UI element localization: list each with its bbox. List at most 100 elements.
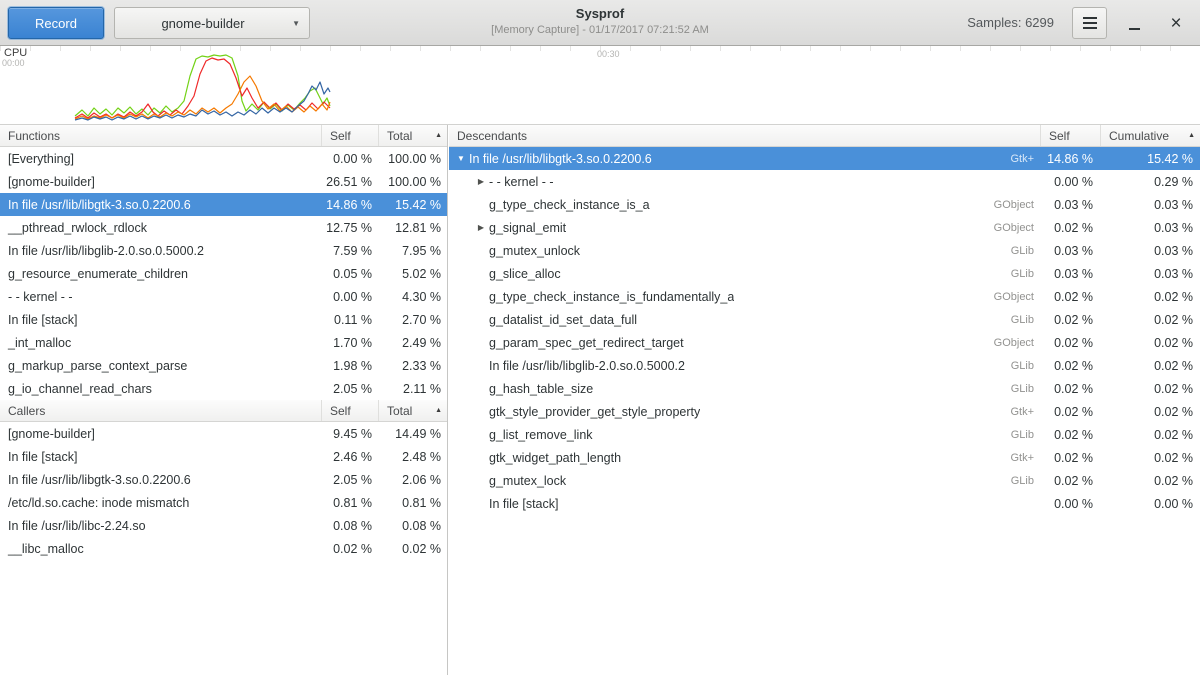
table-row[interactable]: g_type_check_instance_is_a GObject 0.03 …	[449, 193, 1200, 216]
cumulative-percent: 0.03 %	[1100, 244, 1200, 258]
total-percent: 7.95 %	[378, 244, 447, 258]
cumulative-percent: 0.02 %	[1100, 382, 1200, 396]
table-row[interactable]: In file [stack] 0.00 % 0.00 %	[449, 492, 1200, 515]
table-row[interactable]: ▶ - - kernel - - 0.00 % 0.29 %	[449, 170, 1200, 193]
function-name: __libc_malloc	[0, 542, 321, 556]
library-category-label: GLib	[685, 360, 1040, 372]
self-percent: 0.00 %	[1040, 497, 1100, 511]
column-header-self[interactable]: Self	[321, 125, 378, 146]
column-header-self[interactable]: Self	[1040, 125, 1100, 146]
functions-pane: Functions Self Total ▲ [Everything] 0.00…	[0, 125, 448, 675]
table-row[interactable]: In file [stack] 2.46 % 2.48 %	[0, 445, 447, 468]
menu-button[interactable]	[1072, 7, 1107, 39]
table-row[interactable]: In file [stack] 0.11 % 2.70 %	[0, 308, 447, 331]
table-row[interactable]: __pthread_rwlock_rdlock 12.75 % 12.81 %	[0, 216, 447, 239]
self-percent: 0.02 %	[1040, 359, 1100, 373]
functions-table-body: [Everything] 0.00 % 100.00 % [gnome-buil…	[0, 147, 447, 400]
function-name: In file [stack]	[0, 313, 321, 327]
table-row[interactable]: In file /usr/lib/libgtk-3.so.0.2200.6 2.…	[0, 468, 447, 491]
table-row[interactable]: g_slice_alloc GLib 0.03 % 0.03 %	[449, 262, 1200, 285]
close-button[interactable]: ×	[1160, 7, 1192, 39]
self-percent: 0.02 %	[1040, 290, 1100, 304]
table-row[interactable]: g_mutex_lock GLib 0.02 % 0.02 %	[449, 469, 1200, 492]
cpu-graph-area[interactable]: CPU 00:00 00:30	[0, 46, 1200, 125]
column-header-self[interactable]: Self	[321, 400, 378, 421]
table-row[interactable]: ▶ g_signal_emit GObject 0.02 % 0.03 %	[449, 216, 1200, 239]
library-category-label: GObject	[650, 199, 1040, 211]
self-percent: 1.98 %	[321, 359, 378, 373]
self-percent: 0.02 %	[1040, 336, 1100, 350]
sort-arrow-icon: ▲	[435, 132, 442, 139]
expander-icon[interactable]: ▶	[473, 177, 489, 186]
table-row[interactable]: - - kernel - - 0.00 % 4.30 %	[0, 285, 447, 308]
callers-table-body: [gnome-builder] 9.45 % 14.49 % In file […	[0, 422, 447, 560]
close-icon: ×	[1170, 14, 1181, 33]
table-row[interactable]: In file /usr/lib/libglib-2.0.so.0.5000.2…	[449, 354, 1200, 377]
table-row[interactable]: gtk_widget_path_length Gtk+ 0.02 % 0.02 …	[449, 446, 1200, 469]
function-name: g_markup_parse_context_parse	[0, 359, 321, 373]
total-percent: 15.42 %	[378, 198, 447, 212]
column-header-total[interactable]: Total ▲	[378, 400, 447, 421]
table-row[interactable]: [gnome-builder] 26.51 % 100.00 %	[0, 170, 447, 193]
function-name: g_list_remove_link	[489, 428, 593, 442]
total-percent: 100.00 %	[378, 175, 447, 189]
table-row[interactable]: g_list_remove_link GLib 0.02 % 0.02 %	[449, 423, 1200, 446]
table-row[interactable]: g_param_spec_get_redirect_target GObject…	[449, 331, 1200, 354]
column-header-total-label: Total	[387, 129, 412, 143]
table-row[interactable]: gtk_style_provider_get_style_property Gt…	[449, 400, 1200, 423]
table-row[interactable]: g_type_check_instance_is_fundamentally_a…	[449, 285, 1200, 308]
descendants-table-body: ▼ In file /usr/lib/libgtk-3.so.0.2200.6 …	[449, 147, 1200, 515]
total-percent: 0.81 %	[378, 496, 447, 510]
capture-subtitle: [Memory Capture] - 01/17/2017 07:21:52 A…	[350, 24, 850, 36]
library-category-label: GLib	[637, 314, 1040, 326]
function-name: In file /usr/lib/libglib-2.0.so.0.5000.2	[489, 359, 685, 373]
column-header-descendants[interactable]: Descendants	[449, 125, 1040, 146]
self-percent: 0.03 %	[1040, 267, 1100, 281]
self-percent: 0.02 %	[1040, 221, 1100, 235]
table-row[interactable]: In file /usr/lib/libc-2.24.so 0.08 % 0.0…	[0, 514, 447, 537]
self-percent: 0.03 %	[1040, 198, 1100, 212]
library-category-label: GObject	[734, 291, 1040, 303]
minimize-button[interactable]	[1118, 7, 1150, 39]
table-row[interactable]: g_datalist_id_set_data_full GLib 0.02 % …	[449, 308, 1200, 331]
column-header-cumulative-label: Cumulative	[1109, 129, 1169, 143]
column-header-callers[interactable]: Callers	[0, 400, 321, 421]
total-percent: 5.02 %	[378, 267, 447, 281]
table-row[interactable]: g_markup_parse_context_parse 1.98 % 2.33…	[0, 354, 447, 377]
column-header-cumulative[interactable]: Cumulative ▲	[1100, 125, 1200, 146]
table-row[interactable]: g_resource_enumerate_children 0.05 % 5.0…	[0, 262, 447, 285]
expander-icon[interactable]: ▶	[473, 223, 489, 232]
table-row[interactable]: g_mutex_unlock GLib 0.03 % 0.03 %	[449, 239, 1200, 262]
table-row[interactable]: __libc_malloc 0.02 % 0.02 %	[0, 537, 447, 560]
table-row[interactable]: g_hash_table_size GLib 0.02 % 0.02 %	[449, 377, 1200, 400]
total-percent: 2.11 %	[378, 382, 447, 396]
record-button[interactable]: Record	[8, 7, 104, 39]
table-row[interactable]: ▼ In file /usr/lib/libgtk-3.so.0.2200.6 …	[449, 147, 1200, 170]
column-header-total[interactable]: Total ▲	[378, 125, 447, 146]
cumulative-percent: 0.02 %	[1100, 290, 1200, 304]
table-row[interactable]: In file /usr/lib/libglib-2.0.so.0.5000.2…	[0, 239, 447, 262]
chevron-down-icon: ▼	[292, 19, 300, 28]
table-row[interactable]: [Everything] 0.00 % 100.00 %	[0, 147, 447, 170]
table-row[interactable]: In file /usr/lib/libgtk-3.so.0.2200.6 14…	[0, 193, 447, 216]
self-percent: 26.51 %	[321, 175, 378, 189]
table-row[interactable]: [gnome-builder] 9.45 % 14.49 %	[0, 422, 447, 445]
total-percent: 2.70 %	[378, 313, 447, 327]
column-header-functions[interactable]: Functions	[0, 125, 321, 146]
process-selector-dropdown[interactable]: gnome-builder ▼	[114, 7, 310, 39]
self-percent: 0.81 %	[321, 496, 378, 510]
expander-icon[interactable]: ▼	[453, 154, 469, 163]
table-row[interactable]: g_io_channel_read_chars 2.05 % 2.11 %	[0, 377, 447, 400]
total-percent: 2.33 %	[378, 359, 447, 373]
total-percent: 100.00 %	[378, 152, 447, 166]
table-row[interactable]: /etc/ld.so.cache: inode mismatch 0.81 % …	[0, 491, 447, 514]
cpu-core-orange-line	[75, 76, 330, 119]
cumulative-percent: 0.02 %	[1100, 451, 1200, 465]
function-name: g_datalist_id_set_data_full	[489, 313, 637, 327]
cumulative-percent: 0.02 %	[1100, 359, 1200, 373]
self-percent: 0.11 %	[321, 313, 378, 327]
self-percent: 0.02 %	[1040, 451, 1100, 465]
table-row[interactable]: _int_malloc 1.70 % 2.49 %	[0, 331, 447, 354]
total-percent: 2.49 %	[378, 336, 447, 350]
function-name: In file /usr/lib/libgtk-3.so.0.2200.6	[0, 198, 321, 212]
